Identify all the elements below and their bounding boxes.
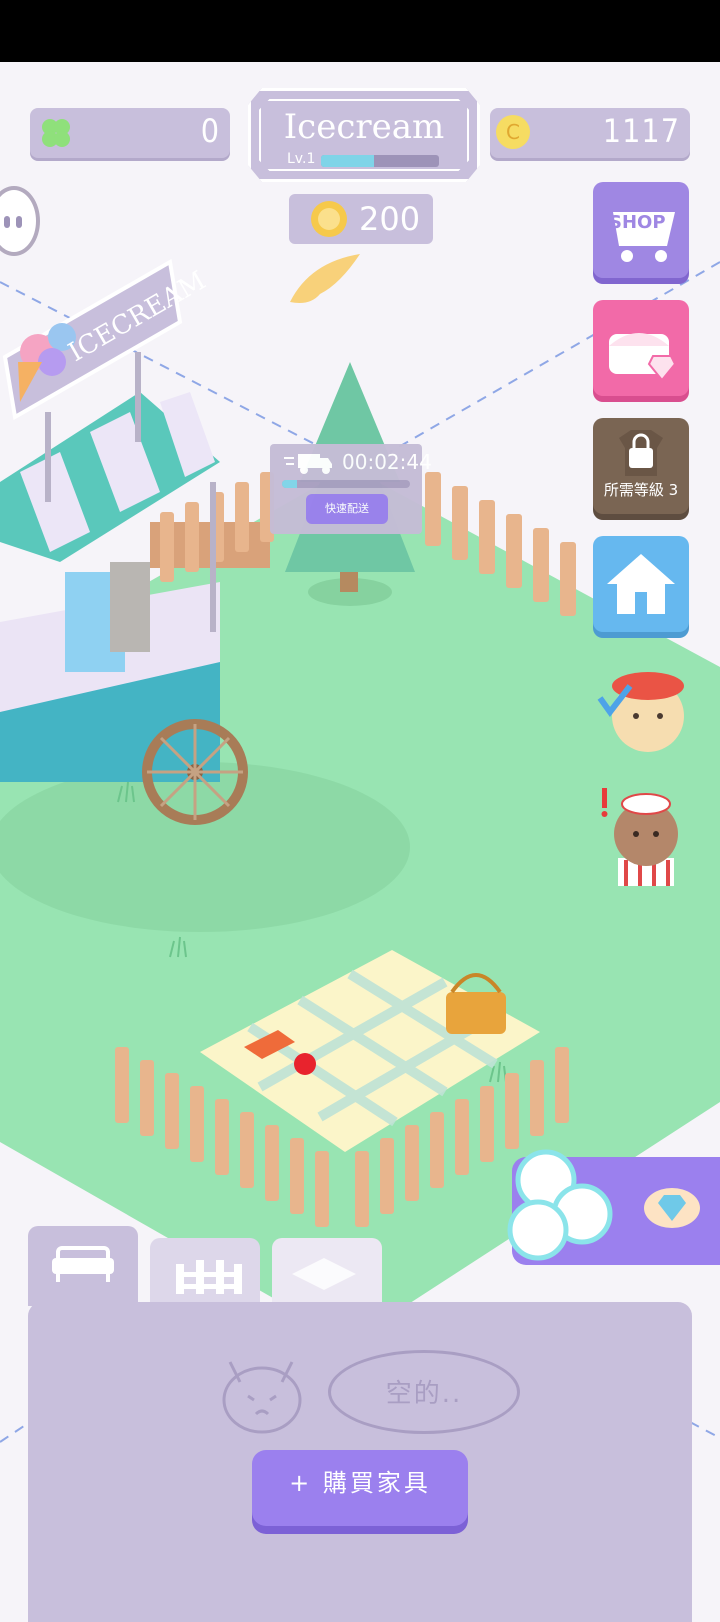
required-level-label: 所需等級 3	[603, 481, 679, 499]
shop-button[interactable]: SHOP	[593, 182, 689, 278]
padlock-icon	[619, 430, 663, 476]
clover-count: 0	[200, 112, 220, 150]
customer-dog[interactable]	[590, 658, 700, 768]
buy-furniture-button[interactable]: + 購買家具	[252, 1450, 468, 1526]
wing-decoration	[290, 254, 360, 303]
status-bar	[0, 0, 720, 62]
pause-button[interactable]	[0, 186, 40, 256]
shop-label: SHOP	[609, 212, 666, 233]
pause-icon	[4, 216, 22, 228]
medal-counter[interactable]: 200	[289, 194, 433, 244]
customer-cat[interactable]	[596, 774, 696, 890]
shop-title: Icecream	[283, 107, 445, 147]
cart-shadow	[0, 762, 410, 932]
tab-sofa[interactable]	[28, 1226, 138, 1306]
locked-wardrobe-button[interactable]: 所需等級 3	[593, 418, 689, 514]
delivery-truck-icon	[284, 454, 332, 474]
empty-text: 空的..	[385, 1379, 463, 1409]
tab-floor-tiles[interactable]	[272, 1238, 382, 1306]
coin-count: 1117	[602, 112, 680, 150]
level-progress-fill	[321, 155, 375, 167]
clover-counter[interactable]: 0	[30, 108, 230, 158]
fence-icon	[176, 1260, 242, 1294]
fast-delivery-button[interactable]: 快速配送	[306, 494, 388, 524]
coin-counter[interactable]: C 1117	[490, 108, 690, 158]
house-icon	[607, 554, 675, 614]
cart-sign: ICECREAM	[2, 258, 211, 421]
delivery-progress-fill	[282, 480, 298, 488]
floor-tile-icon	[292, 1258, 356, 1290]
tab-fence[interactable]	[150, 1238, 260, 1306]
medal-count: 200	[359, 200, 421, 238]
alert-icon	[602, 788, 607, 808]
ice-cream-cart	[0, 352, 248, 825]
diamond-icon	[644, 1188, 700, 1228]
shop-title-plate[interactable]: Icecream Lv.1	[248, 88, 480, 182]
medal-icon	[311, 201, 347, 237]
delivery-panel: 00:02:44 快速配送	[270, 444, 432, 534]
level-progress-bar	[321, 155, 439, 167]
delivery-progress-bar	[282, 480, 410, 488]
sofa-icon	[52, 1246, 114, 1282]
treasure-chest-icon	[609, 333, 677, 382]
delivery-timer: 00:02:44	[342, 450, 432, 474]
cat-character-icon	[601, 788, 678, 886]
inventory-panel: 空的.. + 購買家具	[28, 1302, 692, 1622]
cotton-ball-item[interactable]	[494, 1140, 624, 1270]
coin-icon: C	[496, 115, 530, 149]
empty-speech-bubble: 空的..	[328, 1350, 520, 1434]
dog-character-icon	[597, 672, 684, 752]
clover-icon	[42, 119, 70, 147]
sad-cat-icon	[222, 1361, 302, 1434]
home-button[interactable]	[593, 536, 689, 632]
treasure-chest-button[interactable]	[593, 300, 689, 396]
level-label: Lv.1	[287, 151, 316, 167]
